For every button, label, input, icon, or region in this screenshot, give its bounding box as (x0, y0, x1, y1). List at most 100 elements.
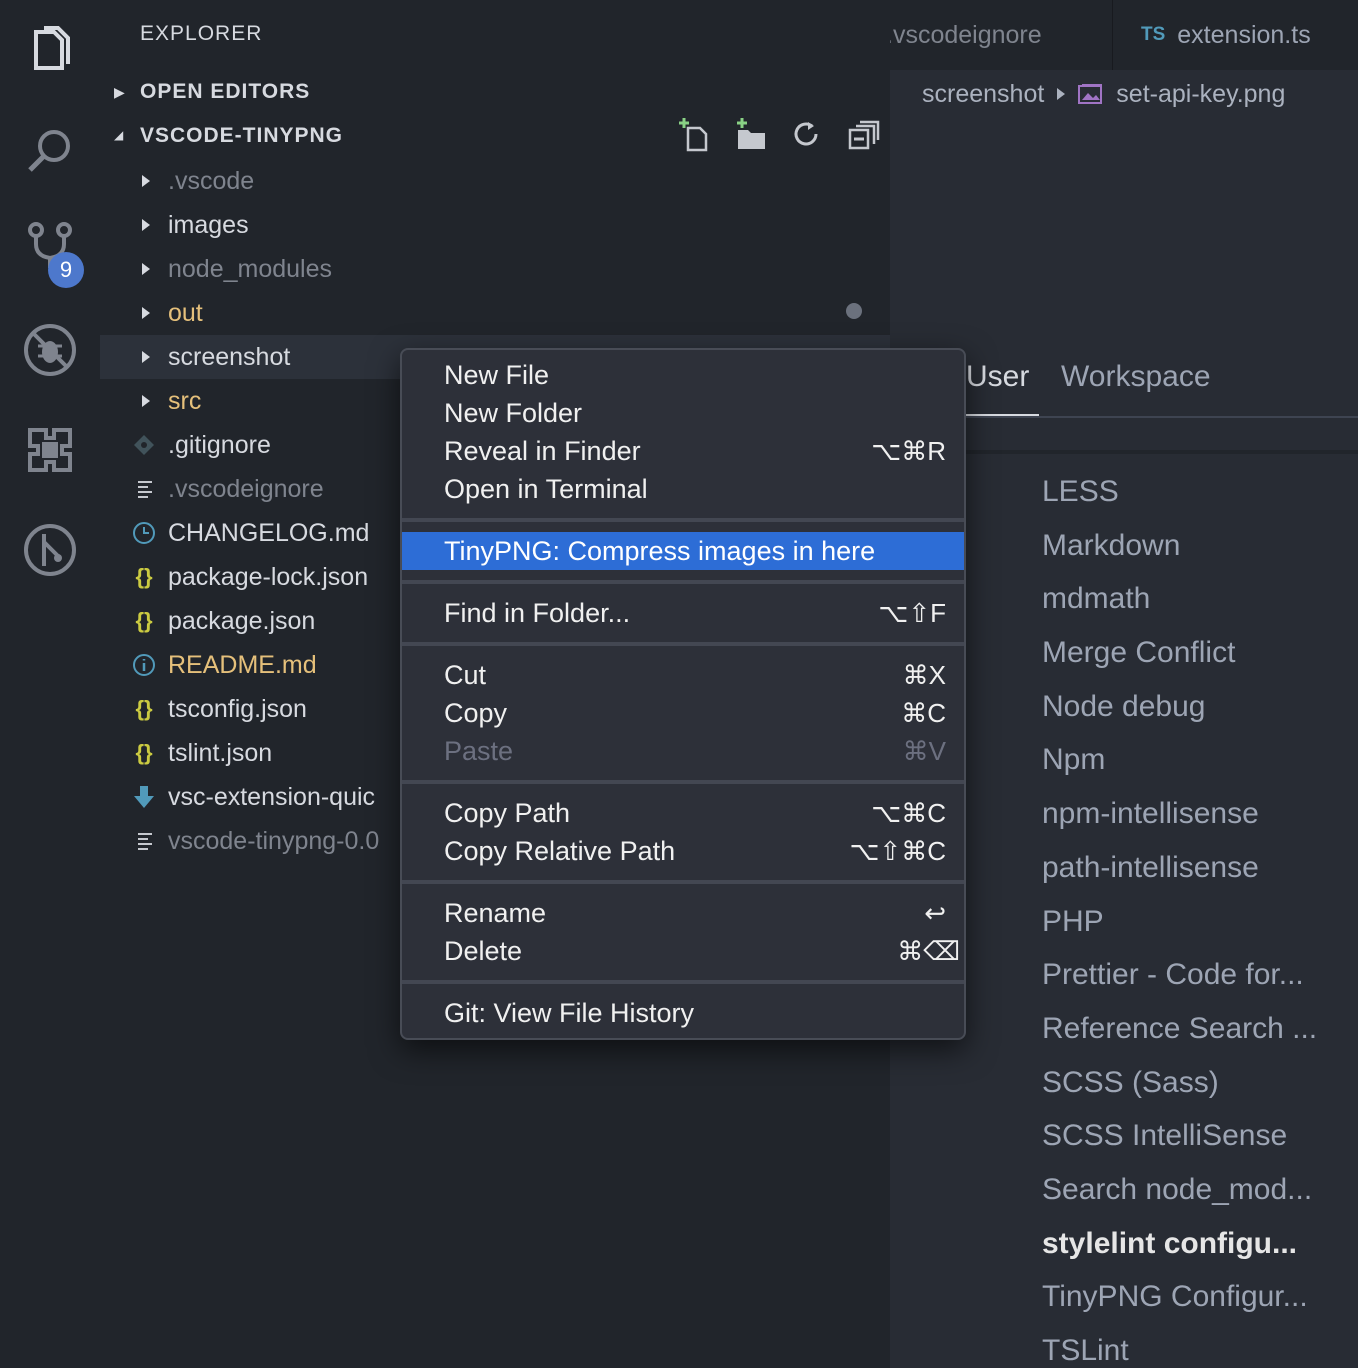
explorer-icon[interactable] (20, 20, 80, 80)
menu-label: New Folder (444, 397, 583, 428)
settings-extension-item[interactable]: path-intellisense (1042, 848, 1358, 902)
menu-label: Open in Terminal (444, 473, 648, 504)
folder-name: .vscode (168, 166, 255, 195)
file-name: package.json (168, 606, 316, 635)
menu-label: Rename (444, 897, 547, 928)
menu-shortcut: ↩ (924, 897, 946, 928)
settings-divider (966, 416, 1358, 418)
menu-shortcut: ⌥⇧F (878, 597, 946, 628)
tab-label: .vscodeignore (890, 20, 1042, 49)
folder-name: screenshot (168, 342, 291, 371)
menu-shortcut: ⌥⇧⌘C (849, 835, 946, 866)
folder-name: src (168, 386, 202, 415)
open-editors-section[interactable]: OPEN EDITORS (140, 80, 310, 104)
settings-extension-item[interactable]: Merge Conflict (1042, 633, 1358, 687)
json-icon: {} (135, 608, 153, 633)
menu-separator (402, 580, 964, 584)
extensions-icon[interactable] (20, 420, 80, 480)
menu-item-new-folder[interactable]: New Folder (402, 394, 964, 432)
typescript-icon: TS (1141, 24, 1166, 45)
menu-item-git-view-file-history[interactable]: Git: View File History (402, 994, 964, 1032)
settings-extension-item[interactable]: stylelint configu... (1042, 1224, 1358, 1278)
settings-extension-item[interactable]: Prettier - Code for... (1042, 955, 1358, 1009)
scm-badge: 9 (48, 252, 84, 288)
menu-item-reveal-in-finder[interactable]: Reveal in Finder ⌥⌘R (402, 432, 964, 470)
chevron-right-icon (142, 219, 150, 231)
menu-shortcut: ⌥⌘C (871, 797, 946, 828)
tab-workspace[interactable]: Workspace (1061, 360, 1211, 394)
menu-label: Reveal in Finder (444, 435, 641, 466)
project-section[interactable]: VSCODE-TINYPNG (140, 124, 343, 148)
tab-user[interactable]: User (966, 360, 1029, 394)
tree-folder-images[interactable]: images (100, 203, 890, 247)
settings-extension-item[interactable]: TSLint (1042, 1331, 1358, 1368)
settings-extension-list: LESS Markdown mdmath Merge Conflict Node deb… (1042, 472, 1358, 1368)
settings-extension-item[interactable]: Node debug (1042, 687, 1358, 741)
file-name: .gitignore (168, 430, 271, 459)
settings-extension-item[interactable]: SCSS (Sass) (1042, 1063, 1358, 1117)
folder-name: out (168, 298, 203, 327)
menu-separator (402, 780, 964, 784)
menu-item-cut[interactable]: Cut ⌘X (402, 656, 964, 694)
sidebar-title: EXPLORER (140, 22, 263, 45)
json-icon: {} (135, 740, 153, 765)
menu-separator (402, 980, 964, 984)
menu-label: Delete (444, 935, 523, 966)
settings-extension-item[interactable]: npm-intellisense (1042, 794, 1358, 848)
lines-icon (138, 833, 152, 850)
menu-item-rename[interactable]: Rename ↩ (402, 894, 964, 932)
breadcrumb-folder[interactable]: screenshot (922, 80, 1044, 109)
menu-item-tinypng-compress[interactable]: TinyPNG: Compress images in here (402, 532, 964, 570)
folder-name: images (168, 210, 249, 239)
chevron-right-icon[interactable]: ▶ (114, 84, 125, 101)
tree-folder-out[interactable]: out (100, 291, 890, 335)
json-icon: {} (135, 564, 153, 589)
menu-item-copy-relative-path[interactable]: Copy Relative Path ⌥⇧⌘C (402, 832, 964, 870)
tree-folder-vscode[interactable]: .vscode (100, 159, 890, 203)
menu-item-find-in-folder[interactable]: Find in Folder... ⌥⇧F (402, 594, 964, 632)
menu-item-open-in-terminal[interactable]: Open in Terminal (402, 470, 964, 508)
settings-extension-item[interactable]: PHP (1042, 902, 1358, 956)
menu-label: New File (444, 359, 550, 390)
file-name: tsconfig.json (168, 694, 307, 723)
menu-item-delete[interactable]: Delete ⌘⌫ (402, 932, 964, 970)
search-icon[interactable] (20, 120, 80, 180)
git-history-icon[interactable] (20, 520, 80, 580)
context-menu: New File New Folder Reveal in Finder ⌥⌘R… (400, 348, 966, 1040)
chevron-right-icon (142, 307, 150, 319)
new-folder-icon[interactable] (734, 118, 768, 152)
menu-label: Paste (444, 735, 514, 766)
file-name: tslint.json (168, 738, 273, 767)
menu-separator (402, 880, 964, 884)
debug-icon[interactable] (20, 320, 80, 380)
collapse-all-icon[interactable] (846, 118, 880, 152)
breadcrumb-file[interactable]: set-api-key.png (1116, 80, 1285, 109)
menu-shortcut: ⌥⌘R (871, 435, 946, 466)
folder-name: node_modules (168, 254, 333, 283)
menu-shortcut: ⌘X (902, 659, 946, 690)
settings-extension-item[interactable]: Search node_mod... (1042, 1170, 1358, 1224)
json-icon: {} (135, 696, 153, 721)
tab-extension-ts[interactable]: TS extension.ts (1112, 0, 1358, 70)
settings-extension-item[interactable]: TinyPNG Configur... (1042, 1277, 1358, 1331)
settings-extension-item[interactable]: Markdown (1042, 526, 1358, 580)
refresh-icon[interactable] (790, 118, 824, 152)
file-name: vsc-extension-quic (168, 782, 376, 811)
editor-tabbar: .vscodeignore TS extension.ts (890, 0, 1358, 70)
settings-extension-item[interactable]: Reference Search ... (1042, 1009, 1358, 1063)
settings-extension-item[interactable]: mdmath (1042, 579, 1358, 633)
settings-extension-item[interactable]: Npm (1042, 740, 1358, 794)
tree-folder-node-modules[interactable]: node_modules (100, 247, 890, 291)
menu-item-new-file[interactable]: New File (402, 356, 964, 394)
new-file-icon[interactable] (678, 118, 712, 152)
settings-extension-item[interactable]: SCSS IntelliSense (1042, 1116, 1358, 1170)
chevron-down-icon[interactable]: ◢ (114, 128, 123, 142)
file-name: vscode-tinypng-0.0 (168, 826, 380, 855)
tab-vscodeignore[interactable]: .vscodeignore (890, 0, 1112, 70)
file-name: .vscodeignore (168, 474, 324, 503)
tab-label: extension.ts (1177, 20, 1311, 49)
settings-extension-item[interactable]: LESS (1042, 472, 1358, 526)
menu-item-copy-path[interactable]: Copy Path ⌥⌘C (402, 794, 964, 832)
chevron-right-icon (142, 395, 150, 407)
menu-item-copy[interactable]: Copy ⌘C (402, 694, 964, 732)
